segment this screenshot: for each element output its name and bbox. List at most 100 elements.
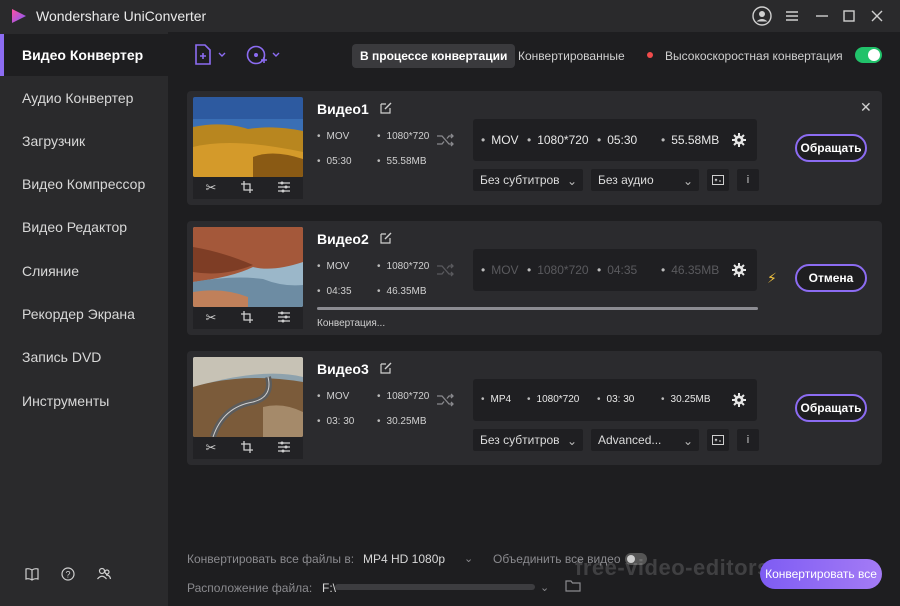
target-size: 30.25MB [661, 394, 711, 405]
source-resolution: 1080*720 [377, 261, 430, 272]
shuffle-icon [437, 133, 455, 150]
sidebar-item-screen-recorder[interactable]: Рекордер Экрана [0, 293, 168, 335]
svg-text:?: ? [65, 570, 70, 580]
cut-icon[interactable]: ✂ [206, 180, 217, 196]
crop-icon[interactable] [241, 310, 254, 326]
video-thumbnail[interactable] [193, 97, 303, 177]
source-size: 46.35MB [377, 286, 427, 297]
chevron-down-icon: ⌄ [682, 434, 693, 448]
thumbnail-tools: ✂ [193, 177, 303, 199]
source-format: MOV [317, 261, 350, 272]
video-title: Видео1 [317, 101, 369, 117]
target-resolution: 1080*720 [527, 133, 588, 147]
audio-value: Без аудио [598, 173, 654, 187]
cut-icon[interactable]: ✂ [206, 440, 217, 456]
tab-converting[interactable]: В процессе конвертации [352, 44, 516, 68]
video-thumbnail[interactable] [193, 357, 303, 437]
settings-gear-icon[interactable] [732, 133, 746, 150]
convert-button[interactable]: Обращать [795, 394, 867, 422]
crop-icon[interactable] [241, 440, 254, 456]
edit-title-icon[interactable] [379, 101, 393, 118]
source-duration: 03: 30 [317, 416, 355, 427]
edit-title-icon[interactable] [379, 361, 393, 378]
video-thumbnail[interactable] [193, 227, 303, 307]
target-settings[interactable]: MP4 1080*720 03: 30 30.25MB [473, 379, 757, 421]
chevron-down-icon: ⌄ [566, 434, 577, 448]
source-format: MOV [317, 391, 350, 402]
sidebar-item-video-compressor[interactable]: Видео Компрессор [0, 163, 168, 205]
settings-gear-icon[interactable] [732, 263, 746, 280]
sidebar-item-merge[interactable]: Слияние [0, 250, 168, 292]
app-logo-icon [12, 9, 26, 23]
sidebar-item-video-converter[interactable]: Видео Конвертер [0, 34, 168, 76]
effects-icon[interactable] [278, 441, 291, 456]
subtitle-value: Без субтитров [480, 433, 560, 447]
location-label: Расположение файла: [187, 581, 313, 595]
add-disc-button[interactable] [246, 42, 282, 68]
subtitle-edit-icon[interactable] [707, 429, 729, 451]
close-window-icon[interactable] [866, 5, 888, 27]
sidebar-item-downloader[interactable]: Загрузчик [0, 120, 168, 162]
video-title: Видео3 [317, 361, 369, 377]
target-resolution: 1080*720 [527, 394, 580, 405]
convert-all-button[interactable]: Конвертировать все [760, 559, 882, 589]
subtitle-dropdown[interactable]: Без субтитров ⌄ [473, 169, 583, 191]
subtitle-edit-icon[interactable] [707, 169, 729, 191]
high-speed-toggle[interactable] [855, 47, 882, 63]
crop-icon[interactable] [241, 180, 254, 196]
help-icon[interactable]: ? [58, 564, 78, 584]
location-path[interactable]: F:\ [322, 581, 336, 595]
thumbnail-tools: ✂ [193, 307, 303, 329]
minimize-icon[interactable] [811, 5, 833, 27]
users-icon[interactable] [94, 564, 114, 584]
progress-fill [317, 307, 758, 310]
audio-dropdown[interactable]: Без аудио ⌄ [591, 169, 699, 191]
target-format: MOV [481, 263, 518, 277]
cancel-button[interactable]: Отмена [795, 264, 867, 292]
convert-all-label: Конвертировать все файлы в: [187, 552, 355, 566]
thumbnail-tools: ✂ [193, 437, 303, 459]
lightning-icon: ⚡ [767, 270, 777, 286]
subtitle-value: Без субтитров [480, 173, 560, 187]
source-duration: 04:35 [317, 286, 352, 297]
target-size: 46.35MB [661, 263, 719, 277]
menu-icon[interactable] [781, 5, 803, 27]
conversion-progress-bar [317, 307, 758, 310]
info-icon[interactable]: i [737, 169, 759, 191]
sidebar: Видео Конвертер Аудио Конвертер Загрузчи… [0, 32, 168, 606]
info-icon[interactable]: i [737, 429, 759, 451]
source-resolution: 1080*720 [377, 391, 430, 402]
target-duration: 04:35 [597, 263, 637, 277]
subtitle-dropdown[interactable]: Без субтитров ⌄ [473, 429, 583, 451]
target-format: MP4 [481, 394, 512, 405]
settings-gear-icon[interactable] [732, 393, 746, 410]
account-icon[interactable] [751, 5, 773, 27]
sidebar-item-video-editor[interactable]: Видео Редактор [0, 206, 168, 248]
target-format: MOV [481, 133, 518, 147]
target-settings[interactable]: MOV 1080*720 05:30 55.58MB [473, 119, 757, 161]
maximize-icon[interactable] [838, 5, 860, 27]
target-resolution: 1080*720 [527, 263, 588, 277]
folder-icon[interactable] [565, 580, 581, 595]
video-card: ✂ Видео2 MOV 1080*720 04:35 46.35MB MOV … [187, 221, 882, 335]
add-files-button[interactable] [194, 42, 228, 68]
shuffle-icon [437, 393, 455, 410]
video-card: ✂ Видео1 MOV 1080*720 05:30 55.58MB MOV … [187, 91, 882, 205]
book-icon[interactable] [22, 564, 42, 584]
source-resolution: 1080*720 [377, 131, 430, 142]
output-format-select[interactable]: MP4 HD 1080p [363, 552, 445, 566]
effects-icon[interactable] [278, 311, 291, 326]
cut-icon[interactable]: ✂ [206, 310, 217, 326]
target-size: 55.58MB [661, 133, 719, 147]
remove-video-icon[interactable]: ✕ [860, 99, 872, 116]
sidebar-item-dvd-burner[interactable]: Запись DVD [0, 336, 168, 378]
status-dot [647, 52, 653, 58]
tab-converted[interactable]: Конвертированные [510, 44, 633, 68]
effects-icon[interactable] [278, 181, 291, 196]
edit-title-icon[interactable] [379, 231, 393, 248]
audio-dropdown[interactable]: Advanced... ⌄ [591, 429, 699, 451]
convert-button[interactable]: Обращать [795, 134, 867, 162]
sidebar-item-audio-converter[interactable]: Аудио Конвертер [0, 77, 168, 119]
sidebar-item-toolbox[interactable]: Инструменты [0, 380, 168, 422]
conversion-status: Конвертация... [317, 318, 386, 329]
